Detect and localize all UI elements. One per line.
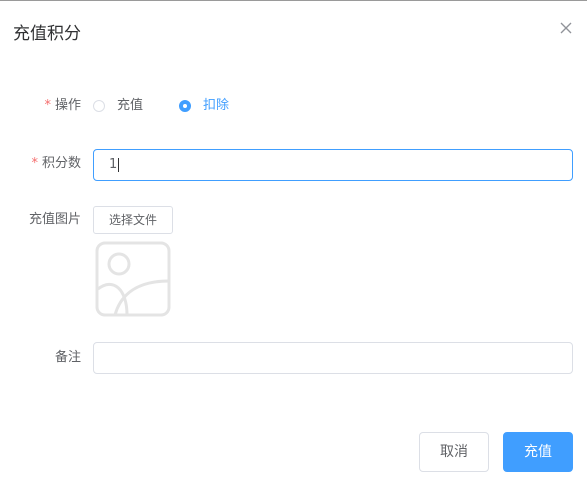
radio-recharge-label[interactable]: 充值 bbox=[117, 96, 143, 116]
dialog-title: 充值积分 bbox=[13, 24, 81, 44]
radio-circle[interactable] bbox=[93, 100, 105, 112]
radio-recharge[interactable]: 充值 bbox=[93, 96, 143, 116]
choose-file-button[interactable]: 选择文件 bbox=[93, 206, 173, 234]
image-label: 充值图片 bbox=[28, 212, 81, 227]
operation-label: * 操作 bbox=[44, 96, 81, 116]
operation-label-text: 操作 bbox=[54, 98, 81, 113]
radio-deduct-label[interactable]: 扣除 bbox=[203, 96, 229, 116]
cancel-button[interactable]: 取消 bbox=[419, 432, 489, 472]
text-caret bbox=[118, 157, 120, 172]
remark-label: 备注 bbox=[54, 350, 81, 365]
remark-input[interactable] bbox=[93, 342, 573, 374]
submit-recharge-button[interactable]: 充值 bbox=[503, 432, 573, 472]
radio-deduct[interactable]: 扣除 bbox=[179, 96, 229, 116]
points-input[interactable]: 1 bbox=[93, 149, 573, 181]
required-mark: * bbox=[31, 156, 38, 171]
close-icon[interactable] bbox=[559, 21, 573, 35]
points-label: * 积分数 bbox=[31, 154, 81, 174]
points-label-text: 积分数 bbox=[41, 156, 81, 171]
recharge-points-dialog: 充值积分 * 操作 充值 扣除 * 积分数 1 充值图片 选择文件 备注 取消 充值 bbox=[0, 0, 587, 488]
radio-circle-checked[interactable] bbox=[179, 100, 191, 112]
image-placeholder-icon bbox=[95, 241, 171, 317]
points-input-value: 1 bbox=[109, 157, 118, 172]
required-mark: * bbox=[44, 98, 51, 113]
